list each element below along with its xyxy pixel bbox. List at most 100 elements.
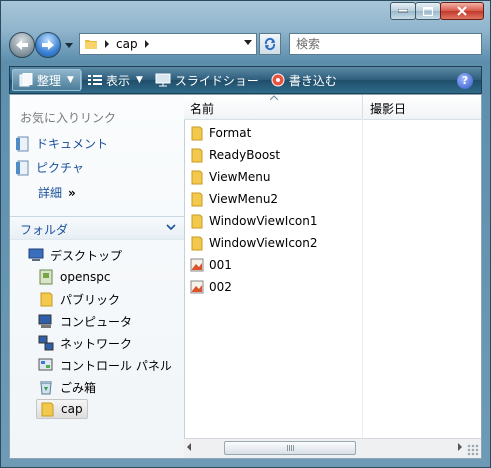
favorite-pictures[interactable]: ピクチャ [16, 159, 84, 176]
resize-grip-icon[interactable] [467, 444, 479, 456]
file-row[interactable]: ViewMenu [190, 167, 270, 187]
tree-item-public[interactable]: パブリック [38, 289, 120, 309]
more-label: 詳細 [38, 186, 63, 200]
forward-button[interactable] [35, 32, 61, 58]
minimize-icon [398, 9, 408, 13]
chevron-down-icon [166, 224, 176, 231]
tree-item-desktop[interactable]: デスクトップ [28, 245, 122, 265]
organize-button[interactable]: 整理 ▼ [12, 69, 81, 91]
maximize-button[interactable] [415, 2, 441, 20]
back-button[interactable] [9, 32, 35, 58]
history-dropdown-icon[interactable] [64, 41, 74, 49]
favorite-documents[interactable]: ドキュメント [16, 135, 108, 152]
file-row[interactable]: 001 [190, 255, 232, 275]
more-links-button[interactable]: 詳細 » [38, 184, 76, 201]
file-row[interactable]: WindowViewIcon2 [190, 233, 318, 253]
column-header-name[interactable]: 名前 [190, 100, 214, 117]
file-row[interactable]: 002 [190, 277, 232, 297]
burn-label: 書き込む [288, 73, 337, 88]
chevron-down-icon: ▼ [135, 75, 143, 85]
navigation-pane: お気に入りリンク ドキュメント ピクチャ 詳細 » フォルダ デスクトップ op… [10, 95, 185, 458]
address-bar[interactable]: cap [79, 33, 257, 55]
close-icon [457, 6, 467, 16]
favorite-label: ピクチャ [36, 161, 84, 175]
computer-icon [38, 314, 52, 328]
column-header-row: 名前 撮影日 [184, 95, 481, 120]
sort-ascending-icon [270, 95, 278, 100]
column-divider[interactable] [362, 95, 363, 119]
tree-item-computer[interactable]: コンピュータ [38, 311, 132, 331]
forward-arrow-icon [42, 40, 54, 50]
scroll-thumb[interactable] [224, 441, 356, 455]
view-button[interactable]: 表示 ▼ [82, 67, 149, 93]
desktop-icon [28, 248, 44, 261]
scroll-left-icon[interactable] [186, 443, 192, 451]
chevron-down-icon: ▼ [67, 75, 74, 85]
view-label: 表示 [105, 73, 130, 88]
close-button[interactable] [440, 2, 484, 20]
favorite-label: ドキュメント [36, 137, 109, 151]
command-bar: 整理 ▼ 表示 ▼ スライドショー 書き込む ? [9, 66, 482, 94]
folder-icon [191, 170, 203, 185]
burn-disc-icon [271, 73, 285, 87]
breadcrumb-current[interactable]: cap [116, 37, 138, 51]
tree-item-network[interactable]: ネットワーク [38, 333, 132, 353]
folder-icon [191, 236, 203, 251]
refresh-icon [264, 37, 276, 51]
file-name: WindowViewIcon2 [209, 236, 318, 250]
back-arrow-icon [16, 40, 28, 50]
folder-icon [191, 148, 203, 163]
favorites-title: お気に入りリンク [20, 111, 117, 125]
file-name: ViewMenu2 [209, 192, 279, 206]
file-row[interactable]: Format [190, 123, 251, 143]
file-name: ReadyBoost [209, 148, 281, 162]
recycle-bin-icon [40, 381, 52, 395]
address-dropdown-icon[interactable] [244, 40, 252, 46]
folder-icon [84, 37, 98, 51]
organize-icon [19, 73, 33, 87]
documents-icon [16, 136, 29, 151]
tree-label: openspc [60, 270, 111, 284]
horizontal-scrollbar[interactable] [184, 438, 481, 458]
image-file-icon [190, 258, 204, 272]
tree-label: ネットワーク [60, 336, 133, 351]
organize-label: 整理 [37, 73, 62, 88]
file-row[interactable]: ReadyBoost [190, 145, 280, 165]
file-row[interactable]: ViewMenu2 [190, 189, 278, 209]
minimize-button[interactable] [390, 2, 416, 20]
file-name: WindowViewIcon1 [209, 214, 318, 228]
scroll-right-icon[interactable] [457, 443, 463, 451]
folder-icon [41, 402, 54, 417]
column-header-date-taken[interactable]: 撮影日 [370, 100, 406, 117]
network-icon [38, 335, 54, 351]
help-icon[interactable]: ? [457, 73, 473, 89]
folders-title: フォルダ [20, 223, 69, 237]
user-folder-icon [39, 269, 53, 285]
breadcrumb-separator-icon[interactable] [104, 37, 110, 51]
tree-label: コンピュータ [60, 314, 133, 329]
tree-label: パブリック [60, 292, 121, 307]
search-input[interactable]: 検索 [289, 33, 482, 55]
maximize-icon [423, 6, 433, 16]
folder-icon [191, 126, 203, 141]
file-row[interactable]: WindowViewIcon1 [190, 211, 318, 231]
window-controls [390, 2, 484, 20]
tree-item-openspc[interactable]: openspc [38, 267, 110, 287]
address-row: cap 検索 [9, 31, 482, 59]
view-icon [87, 75, 102, 85]
folders-header[interactable]: フォルダ [10, 216, 184, 240]
slideshow-button[interactable]: スライドショー [149, 67, 265, 93]
tree-item-control-panel[interactable]: コントロール パネル [38, 355, 172, 375]
file-name: Format [209, 126, 252, 140]
refresh-button[interactable] [259, 33, 281, 55]
tree-label: cap [61, 402, 83, 416]
file-name: 002 [209, 280, 232, 294]
tree-item-recycle-bin[interactable]: ごみ箱 [38, 377, 96, 397]
burn-button[interactable]: 書き込む [265, 67, 343, 93]
file-name: ViewMenu [209, 170, 271, 184]
breadcrumb-separator-icon[interactable] [144, 37, 150, 51]
tree-label: ごみ箱 [60, 380, 97, 395]
tree-item-cap[interactable]: cap [36, 399, 88, 419]
double-chevron-icon: » [68, 185, 76, 200]
column-divider [362, 119, 363, 439]
